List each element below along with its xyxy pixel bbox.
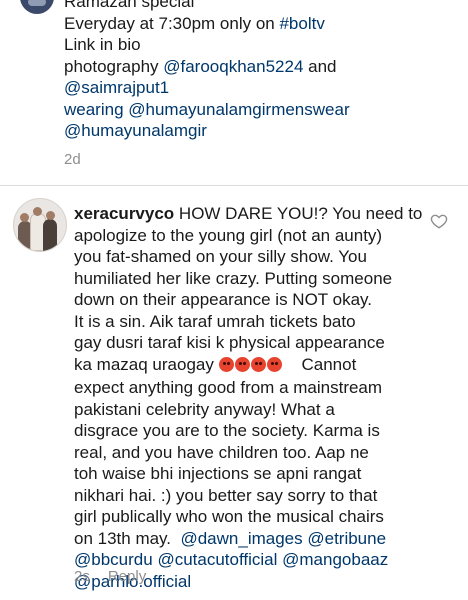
- caption-timestamp: 2d: [64, 151, 81, 168]
- mention-link[interactable]: wearing @humayunalamgirmenswear: [64, 99, 444, 121]
- caption-avatar[interactable]: [20, 0, 54, 14]
- comment-footer: 2s Reply: [74, 568, 146, 585]
- comment-line: girl publically who won the musical chai…: [74, 507, 384, 526]
- comment-line: It is a sin. Aik taraf umrah tickets bat…: [74, 311, 356, 331]
- comment-timestamp: 2s: [74, 568, 90, 585]
- comment-line: gay dusri taraf kisi k physical appearan…: [74, 333, 385, 352]
- caption-line: Link in bio: [64, 35, 141, 54]
- comment-line: disgrace you are to the society. Karma i…: [74, 421, 380, 440]
- angry-face-icon: [218, 356, 234, 372]
- mention-link[interactable]: @etribune: [307, 529, 386, 548]
- comment-line: on 13th may. @dawn_images @etribune: [74, 528, 387, 548]
- comment-line: toh waise bhi injections se apni rangat: [74, 464, 362, 483]
- angry-face-icon: [234, 356, 250, 372]
- comment-line: xeracurvyco HOW DARE YOU!? You need to: [74, 204, 423, 223]
- comment-line: real, and you have children too. Aap ne: [74, 442, 369, 462]
- comment-line: humiliated her like crazy. Putting someo…: [74, 268, 393, 288]
- caption-text: Ramazan special Everyday at 7:30pm only …: [64, 0, 444, 142]
- comment-line: ka mazaq uraogay Cannot: [74, 354, 424, 378]
- comment-line: nikhari hai. :) you better say sorry to …: [74, 485, 378, 505]
- mention-link[interactable]: @farooqkhan5224: [163, 57, 303, 76]
- comment-line: expect anything good from a mainstream: [74, 378, 383, 397]
- mention-link[interactable]: @saimrajput1: [64, 77, 444, 99]
- mention-link[interactable]: @dawn_images: [180, 529, 302, 548]
- comment-username[interactable]: xeracurvyco: [74, 204, 174, 223]
- divider: [0, 185, 468, 186]
- angry-face-icon: [250, 356, 266, 372]
- caption-line: Everyday at 7:30pm only on #boltv: [64, 13, 325, 33]
- heart-icon[interactable]: [430, 212, 448, 230]
- mention-link[interactable]: @cutacutofficial: [157, 550, 277, 569]
- caption-line: Ramazan special: [64, 0, 195, 11]
- angry-emoji-group: [218, 356, 283, 378]
- mention-link[interactable]: @bbcurdu: [74, 550, 153, 569]
- comment-text: xeracurvyco HOW DARE YOU!? You need to a…: [74, 203, 424, 592]
- caption-line: photography @farooqkhan5224 and: [64, 56, 337, 76]
- hashtag-link[interactable]: #boltv: [279, 14, 324, 33]
- angry-face-icon: [266, 356, 282, 372]
- comment-line: apologize to the young girl (not an aunt…: [74, 225, 383, 245]
- commenter-avatar[interactable]: [13, 198, 67, 252]
- mention-link[interactable]: @humayunalamgir: [64, 120, 444, 142]
- reply-button[interactable]: Reply: [108, 568, 146, 585]
- comment-line: pakistani celebrity anyway! What a: [74, 399, 335, 419]
- comment-line: you fat-shamed on your silly show. You: [74, 247, 367, 266]
- comment-line: down on their appearance is NOT okay.: [74, 290, 372, 309]
- mention-link[interactable]: @mangobaaz: [282, 550, 388, 569]
